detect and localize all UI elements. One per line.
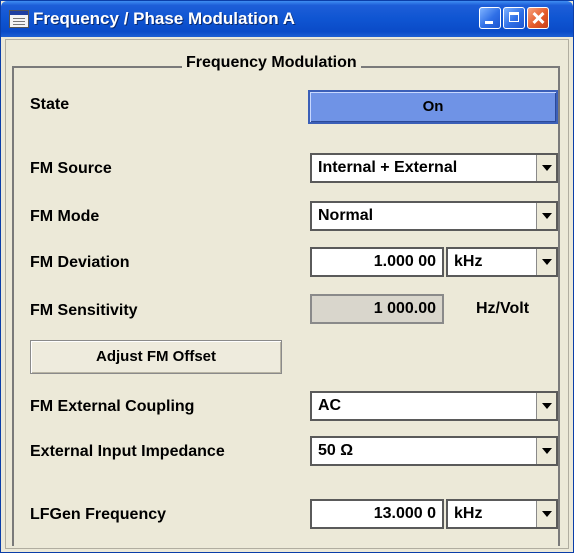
minimize-icon[interactable]: [479, 7, 501, 29]
fm-deviation-unit-select[interactable]: kHz: [446, 247, 558, 277]
fm-source-select[interactable]: Internal + External: [310, 153, 558, 183]
fm-source-label: FM Source: [30, 160, 112, 177]
group-title: Frequency Modulation: [182, 54, 361, 72]
fm-deviation-input[interactable]: 1.000 00: [310, 247, 444, 277]
chevron-down-icon[interactable]: [536, 501, 556, 527]
dialog-content: Frequency Modulation State On FM Source …: [5, 39, 569, 549]
fm-sensitivity-label: FM Sensitivity: [30, 302, 138, 319]
chevron-down-icon[interactable]: [536, 438, 556, 464]
fm-dialog-window: Frequency / Phase Modulation A Frequency…: [0, 0, 574, 553]
title-bar[interactable]: Frequency / Phase Modulation A: [1, 1, 573, 37]
close-icon[interactable]: [527, 7, 549, 29]
chevron-down-icon[interactable]: [536, 203, 556, 229]
chevron-down-icon[interactable]: [536, 393, 556, 419]
lfgen-frequency-label: LFGen Frequency: [30, 506, 167, 523]
window-app-icon: [9, 10, 29, 28]
fm-deviation-unit: kHz: [454, 253, 483, 270]
fm-deviation-label: FM Deviation: [30, 254, 130, 271]
external-input-impedance-value: 50 Ω: [318, 442, 354, 459]
window-title: Frequency / Phase Modulation A: [33, 9, 295, 28]
fm-mode-value: Normal: [318, 207, 374, 224]
chevron-down-icon[interactable]: [536, 155, 556, 181]
adjust-fm-offset-button[interactable]: Adjust FM Offset: [30, 340, 282, 374]
lfgen-frequency-unit: kHz: [454, 505, 483, 522]
fm-external-coupling-label: FM External Coupling: [30, 398, 195, 415]
fm-mode-label: FM Mode: [30, 208, 100, 225]
fm-sensitivity-unit: Hz/Volt: [476, 300, 530, 317]
state-label: State: [30, 96, 70, 113]
maximize-icon[interactable]: [503, 7, 525, 29]
chevron-down-icon[interactable]: [536, 249, 556, 275]
fm-external-coupling-value: AC: [318, 397, 342, 414]
fm-source-value: Internal + External: [318, 159, 458, 176]
external-input-impedance-select[interactable]: 50 Ω: [310, 436, 558, 466]
lfgen-frequency-input[interactable]: 13.000 0: [310, 499, 444, 529]
state-toggle-button[interactable]: On: [308, 90, 558, 124]
fm-mode-select[interactable]: Normal: [310, 201, 558, 231]
lfgen-frequency-unit-select[interactable]: kHz: [446, 499, 558, 529]
fm-external-coupling-select[interactable]: AC: [310, 391, 558, 421]
fm-sensitivity-value: 1 000.00: [310, 294, 444, 324]
external-input-impedance-label: External Input Impedance: [30, 443, 225, 460]
